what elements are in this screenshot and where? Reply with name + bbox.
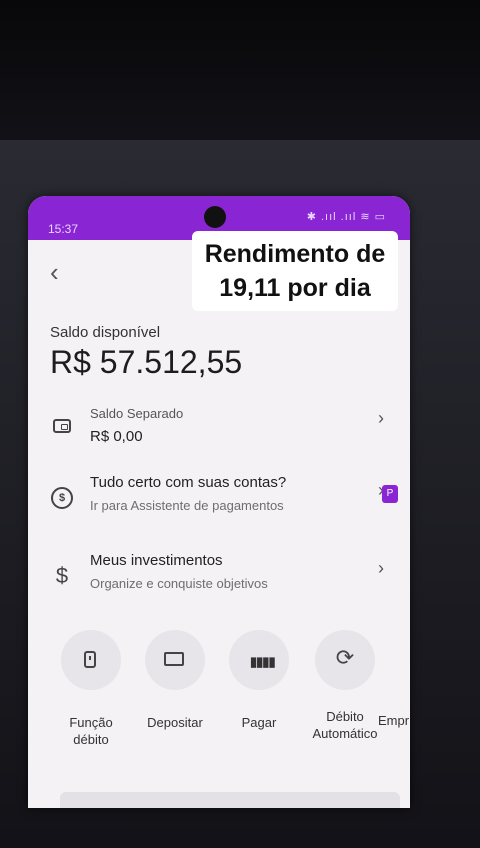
action-label: Empr xyxy=(378,713,410,728)
background-dark-top xyxy=(0,0,480,150)
balance-value: R$ 57.512,55 xyxy=(50,344,243,380)
money-refresh-icon: $ xyxy=(50,486,74,510)
row-title: Tudo certo com suas contas? xyxy=(90,474,287,491)
camera-cutout xyxy=(204,206,226,228)
card-icon xyxy=(84,651,96,668)
action-label: Débito Automático xyxy=(312,709,378,741)
action-label: Pagar xyxy=(241,715,277,730)
row-contas[interactable]: $ Tudo certo com suas contas? Ir para As… xyxy=(28,472,410,532)
action-emprestimo[interactable]: Empr xyxy=(378,630,410,729)
quick-actions: Função débito Depositar ▮▮▮▮ Pagar ⟳ Débi… xyxy=(28,630,410,750)
caption-line: Rendimento de xyxy=(204,240,386,268)
row-title: Meus investimentos xyxy=(90,552,223,569)
row-subtitle: R$ 0,00 xyxy=(90,428,143,445)
action-label: Função débito xyxy=(69,715,113,747)
dollar-icon: $ xyxy=(55,563,69,588)
balance-label: Saldo disponível xyxy=(50,324,161,341)
caption-line: 19,11 por dia xyxy=(219,274,371,302)
row-investimentos[interactable]: $ Meus investimentos Organize e conquist… xyxy=(28,552,410,612)
bottom-sheet-edge xyxy=(60,792,400,808)
action-button[interactable] xyxy=(145,630,205,690)
action-button[interactable] xyxy=(61,630,121,690)
action-button[interactable]: ⟳ xyxy=(315,630,375,690)
action-pagar[interactable]: ▮▮▮▮ Pagar xyxy=(220,630,298,731)
action-button[interactable]: ▮▮▮▮ xyxy=(229,630,289,690)
action-label: Depositar xyxy=(147,715,203,730)
deposit-icon xyxy=(164,652,184,666)
wallet-icon xyxy=(50,416,74,440)
action-debito-automatico[interactable]: ⟳ Débito Automático xyxy=(306,630,384,742)
row-subtitle: Ir para Assistente de pagamentos xyxy=(90,498,284,513)
overlay-caption: Rendimento de 19,11 por dia xyxy=(192,231,398,311)
refresh-icon: ⟳ xyxy=(335,645,355,670)
chevron-right-icon: › xyxy=(378,558,384,578)
action-depositar[interactable]: Depositar xyxy=(136,630,214,731)
back-chevron-icon[interactable]: ‹ xyxy=(50,258,70,286)
row-title: Saldo Separado xyxy=(90,406,184,421)
action-funcao-debito[interactable]: Função débito xyxy=(52,630,130,748)
chevron-right-icon: › xyxy=(378,408,384,428)
status-icons: ✱ .ııl .ııl ≋ ▭ xyxy=(306,211,386,223)
row-subtitle: Organize e conquiste objetivos xyxy=(90,576,268,591)
barcode-icon: ▮▮▮▮ xyxy=(250,654,276,669)
promo-badge: P xyxy=(382,485,398,503)
row-saldo-separado[interactable]: Saldo Separado R$ 0,00 › xyxy=(28,400,410,460)
status-time: 15:37 xyxy=(48,222,79,236)
